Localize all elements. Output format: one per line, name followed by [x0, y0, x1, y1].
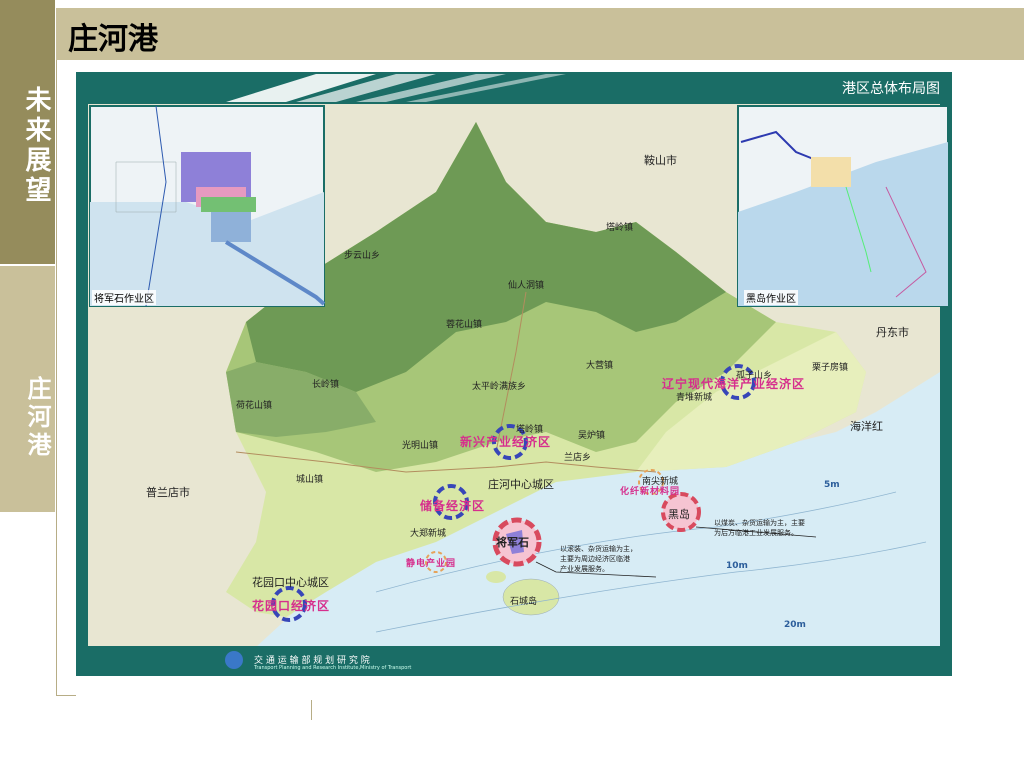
town-lizi: 栗子房镇	[812, 363, 849, 373]
town-guihua: 蓉花山镇	[446, 320, 483, 330]
town-landian: 兰店乡	[564, 453, 592, 463]
depth-10m: 10m	[726, 561, 748, 571]
note-jiangjunshi-line2: 主要为周边经济区临港	[560, 555, 630, 563]
town-changling: 长岭镇	[312, 380, 340, 390]
zone-jingdian: 静电产业园	[406, 559, 457, 569]
inset-left-label: 将军石作业区	[92, 290, 156, 305]
town-jiangjunshi: 将军石	[496, 536, 529, 549]
town-buyun: 步云山乡	[344, 251, 381, 261]
sidebar-tab-zhuanghe[interactable]: 庄河港	[0, 266, 55, 512]
note-jiangjunshi-line3: 产业发展服务。	[560, 565, 609, 573]
town-anshan: 鞍山市	[644, 154, 677, 167]
town-chengshan: 城山镇	[296, 475, 324, 485]
zone-huagong: 化纤新材料园	[620, 487, 681, 497]
depth-5m: 5m	[824, 480, 840, 490]
town-haiyanghong: 海洋红	[850, 420, 883, 433]
sidebar-tab-future-label: 未来展望	[21, 86, 51, 206]
town-xianren: 仙人洞镇	[508, 281, 545, 291]
note-heidao-line2: 为后方临港工业发展服务。	[714, 529, 798, 537]
town-shichengdao: 石城岛	[510, 597, 538, 607]
sidebar-tab-future[interactable]: 未来展望	[0, 0, 55, 264]
zone-chubei: 储备经济区	[420, 499, 486, 513]
town-heidao: 黑岛	[668, 508, 690, 521]
town-center: 庄河中心城区	[488, 478, 554, 491]
town-pulandian: 普兰店市	[146, 486, 190, 499]
town-guangming: 光明山镇	[402, 441, 439, 451]
page-title: 庄河港	[68, 22, 158, 57]
note-jiangjunshi-line1: 以滚装、杂货运输为主，	[560, 545, 637, 553]
frame-line-left	[56, 60, 57, 696]
note-jiangjunshi: 以滚装、杂货运输为主， 主要为周边经济区临港 产业发展服务。	[560, 544, 637, 574]
town-wulu: 吴炉镇	[578, 431, 606, 441]
town-dazheng: 大郑新城	[410, 529, 447, 539]
frame-tick	[311, 700, 312, 720]
inset-heidao-map	[737, 105, 949, 307]
town-heihuashan: 荷花山镇	[236, 401, 273, 411]
town-daying: 大营镇	[586, 361, 614, 371]
frame-line-bottom	[56, 695, 76, 696]
map-title: 港区总体布局图	[842, 81, 940, 97]
inset-right-label: 黑岛作业区	[744, 290, 798, 305]
zone-liaoning: 辽宁现代海洋产业经济区	[662, 377, 806, 391]
inset-jiangjunshi-map	[89, 105, 326, 307]
header-stripes	[226, 74, 566, 102]
town-huayuankou: 花园口中心城区	[252, 576, 329, 589]
town-taling: 塔岭镇	[606, 223, 634, 233]
zone-xinxing: 新兴产业经济区	[460, 435, 552, 449]
title-bar: 庄河港	[56, 8, 1024, 60]
port-layout-map: 港区总体布局图 将军石作业区 黑岛作业区 鞍山市 步云山乡 塔岭镇 仙人洞镇 蓉…	[76, 72, 952, 676]
note-heidao-line1: 以煤炭、杂货运输为主，主要	[714, 519, 805, 527]
sidebar-tab-zhuanghe-label: 庄河港	[23, 376, 51, 460]
town-dandong: 丹东市	[876, 326, 909, 339]
zone-huayuankou: 花园口经济区	[252, 599, 331, 613]
map-footer-org-en: Transport Planning and Research Institut…	[254, 665, 412, 671]
depth-20m: 20m	[784, 620, 806, 630]
map-graphic	[76, 74, 952, 676]
note-heidao: 以煤炭、杂货运输为主，主要 为后方临港工业发展服务。	[714, 518, 805, 538]
town-taipingling: 太平岭满族乡	[472, 382, 527, 392]
